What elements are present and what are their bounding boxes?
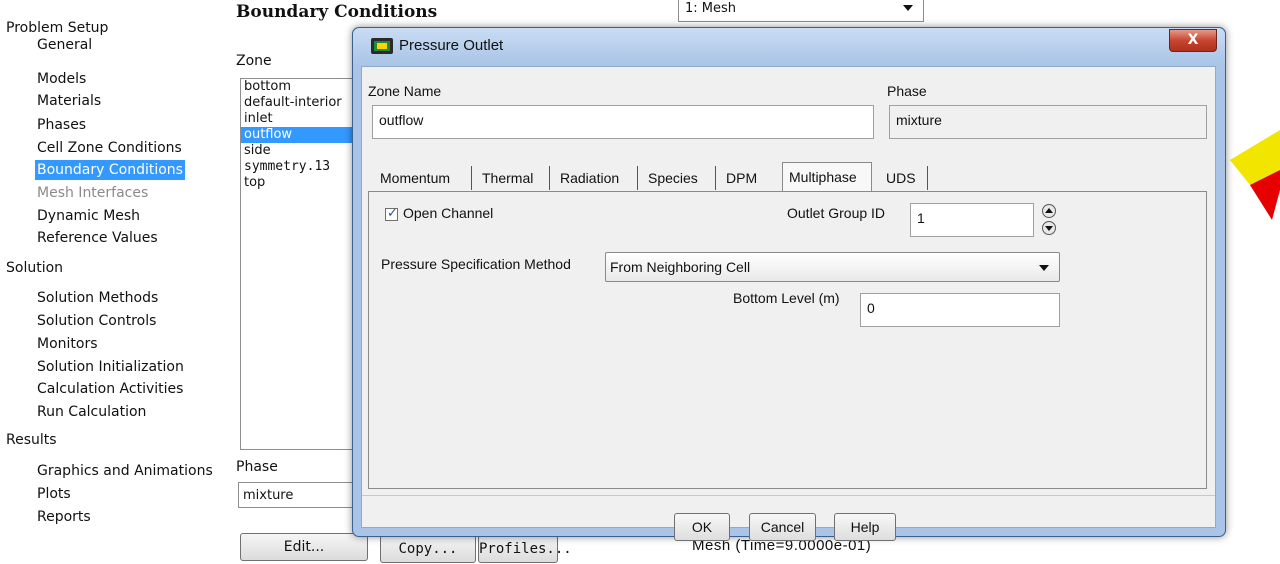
nav-item-general[interactable]: General bbox=[35, 35, 94, 55]
decrement-icon[interactable] bbox=[1042, 221, 1056, 235]
nav-group-solution[interactable]: Solution bbox=[6, 260, 63, 276]
pressure-specification-method-label: Pressure Specification Method bbox=[381, 256, 571, 272]
panel-title: Boundary Conditions bbox=[236, 2, 438, 22]
pressure-specification-method-select[interactable]: From Neighboring Cell bbox=[605, 252, 1060, 282]
close-button[interactable]: X bbox=[1169, 29, 1217, 52]
tab-radiation[interactable]: Radiation bbox=[554, 166, 638, 190]
profiles-button[interactable]: Profiles... bbox=[478, 535, 572, 563]
pressure-specification-method-value: From Neighboring Cell bbox=[610, 259, 751, 275]
graphics-window-select-value: 1: Mesh bbox=[685, 1, 737, 16]
chevron-down-icon bbox=[1039, 265, 1049, 271]
nav-item-boundary-conditions[interactable]: Boundary Conditions bbox=[35, 160, 185, 180]
tab-uds[interactable]: UDS bbox=[880, 166, 928, 190]
chevron-down-icon bbox=[903, 5, 913, 11]
phase-select[interactable]: mixture bbox=[238, 482, 368, 508]
multiphase-tab-panel: ✓ Open Channel Outlet Group ID 1 Pressur… bbox=[368, 191, 1207, 489]
graphics-window-select[interactable]: 1: Mesh bbox=[678, 0, 924, 22]
footer-divider bbox=[362, 495, 1215, 496]
nav-item-calculation-activities[interactable]: Calculation Activities bbox=[35, 379, 185, 399]
nav-item-materials[interactable]: Materials bbox=[35, 91, 103, 111]
outlet-group-id-label: Outlet Group ID bbox=[787, 205, 886, 221]
nav-item-solution-controls[interactable]: Solution Controls bbox=[35, 311, 158, 331]
fluent-app-icon bbox=[371, 38, 393, 54]
open-channel-checkbox[interactable]: ✓ bbox=[385, 206, 398, 221]
checkmark-icon: ✓ bbox=[387, 206, 398, 221]
zone-name-label: Zone Name bbox=[368, 83, 442, 99]
zone-name-field[interactable]: outflow bbox=[372, 105, 874, 139]
outlet-group-id-field[interactable]: 1 bbox=[910, 203, 1034, 237]
nav-item-monitors[interactable]: Monitors bbox=[35, 334, 100, 354]
help-button[interactable]: Help bbox=[834, 513, 896, 541]
ok-button[interactable]: OK bbox=[674, 513, 730, 541]
cancel-button[interactable]: Cancel bbox=[749, 513, 816, 541]
navigation-pane: Problem Setup General Models Materials P… bbox=[0, 0, 228, 564]
nav-item-dynamic-mesh[interactable]: Dynamic Mesh bbox=[35, 206, 142, 226]
zone-label: Zone bbox=[236, 53, 272, 69]
copy-button[interactable]: Copy... bbox=[380, 535, 476, 563]
nav-item-plots[interactable]: Plots bbox=[35, 484, 73, 504]
bottom-level-field[interactable]: 0 bbox=[860, 293, 1060, 327]
nav-item-run-calculation[interactable]: Run Calculation bbox=[35, 402, 148, 422]
tab-multiphase[interactable]: Multiphase bbox=[782, 162, 872, 192]
edit-button[interactable]: Edit... bbox=[240, 533, 368, 561]
nav-item-mesh-interfaces[interactable]: Mesh Interfaces bbox=[35, 183, 150, 203]
nav-group-results[interactable]: Results bbox=[6, 432, 57, 448]
pressure-outlet-dialog: Pressure Outlet X Zone Name outflow Phas… bbox=[352, 27, 1226, 541]
nav-item-phases[interactable]: Phases bbox=[35, 115, 88, 135]
increment-icon[interactable] bbox=[1042, 204, 1056, 218]
nav-item-solution-methods[interactable]: Solution Methods bbox=[35, 288, 160, 308]
open-channel-label: Open Channel bbox=[403, 205, 494, 221]
dialog-titlebar[interactable]: Pressure Outlet X bbox=[353, 28, 1225, 66]
tab-dpm[interactable]: DPM bbox=[720, 166, 774, 190]
nav-item-reports[interactable]: Reports bbox=[35, 507, 93, 527]
nav-item-cell-zone-conditions[interactable]: Cell Zone Conditions bbox=[35, 138, 184, 158]
tab-momentum[interactable]: Momentum bbox=[374, 166, 472, 190]
dialog-title: Pressure Outlet bbox=[399, 37, 504, 54]
nav-item-reference-values[interactable]: Reference Values bbox=[35, 228, 160, 248]
outlet-group-id-stepper[interactable] bbox=[1042, 204, 1056, 238]
nav-item-graphics-and-animations[interactable]: Graphics and Animations bbox=[35, 461, 215, 481]
tab-species[interactable]: Species bbox=[642, 166, 716, 190]
nav-group-problem-setup[interactable]: Problem Setup bbox=[6, 20, 108, 36]
nav-item-models[interactable]: Models bbox=[35, 69, 88, 89]
dialog-client-area: Zone Name outflow Phase mixture Momentum… bbox=[361, 66, 1216, 541]
nav-item-solution-initialization[interactable]: Solution Initialization bbox=[35, 357, 186, 377]
bottom-level-label: Bottom Level (m) bbox=[733, 290, 840, 306]
tab-thermal[interactable]: Thermal bbox=[476, 166, 550, 190]
phase-label: Phase bbox=[887, 83, 927, 99]
close-icon: X bbox=[1187, 32, 1199, 48]
phase-field: mixture bbox=[889, 105, 1207, 139]
phase-label: Phase bbox=[236, 459, 278, 475]
